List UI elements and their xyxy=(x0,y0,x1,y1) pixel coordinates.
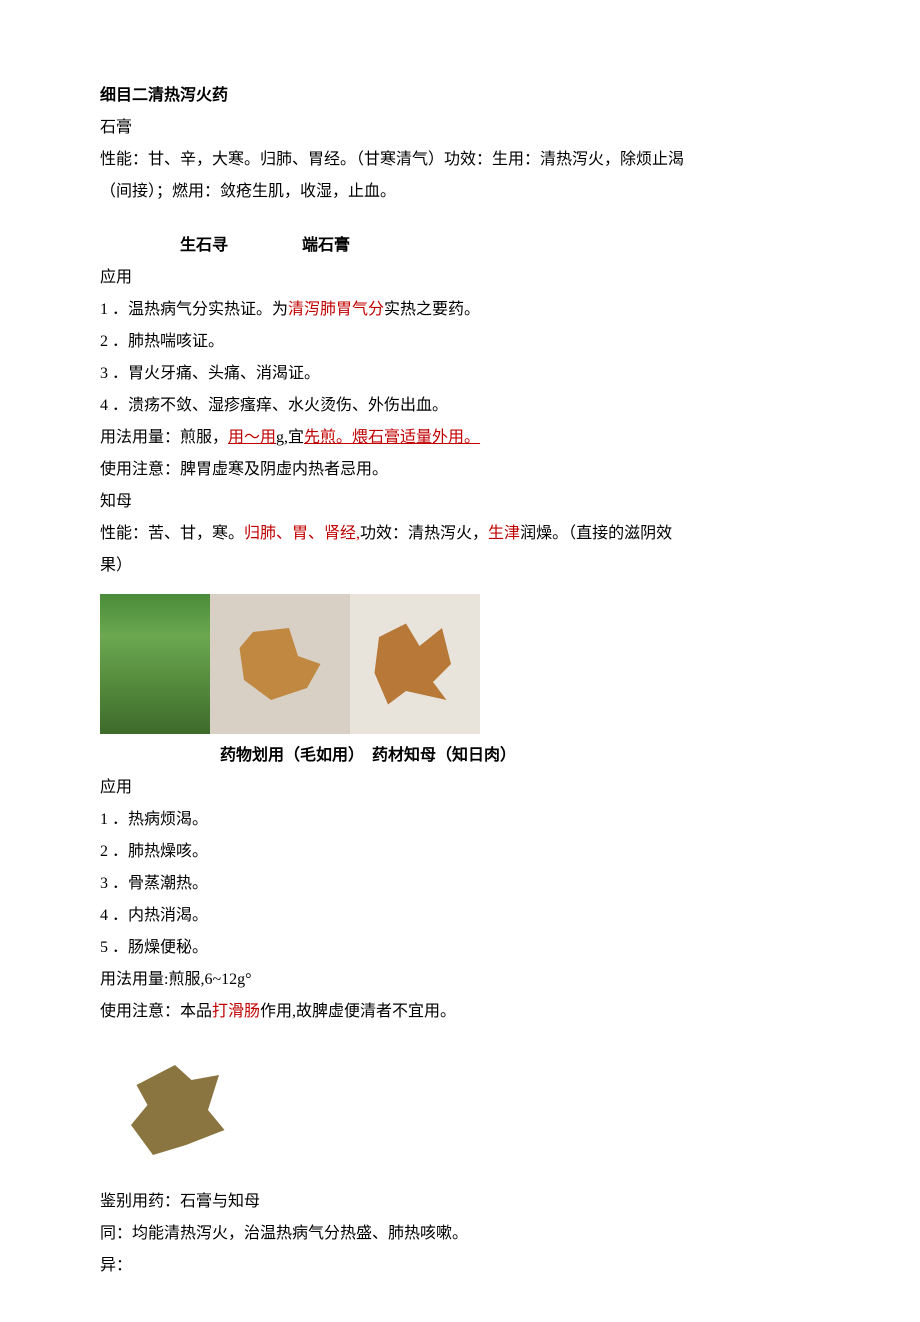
dosage-mid: g,宜 xyxy=(276,429,304,446)
zhimu-photo-caption: 药物划用（毛如用） 药材知母（知日肉） xyxy=(100,740,820,772)
dosage-red1: 用～用 xyxy=(228,429,276,446)
props-label: 性能： xyxy=(100,151,148,168)
herb-shigao-name: 石膏 xyxy=(100,112,820,144)
herb-zhimu-name: 知母 xyxy=(100,486,820,518)
zhimu-props-mid: 功效：清热泻火， xyxy=(360,525,488,542)
app1-pre: 1 ．温热病气分实热证。为 xyxy=(100,301,288,318)
zhimu-app-3: 3 ．骨蒸潮热。 xyxy=(100,868,820,900)
dosage-red2: 先煎。煨石膏适量外用。 xyxy=(304,429,480,446)
shigao-app-1: 1 ．温热病气分实热证。为清泻肺胃气分实热之要药。 xyxy=(100,294,820,326)
zhimu-caution-pre: 使用注意：本品 xyxy=(100,1003,212,1020)
shigao-caution: 使用注意：脾胃虚寒及阴虚内热者忌用。 xyxy=(100,454,820,486)
zhimu-app-2: 2 ．肺热燥咳。 xyxy=(100,836,820,868)
zhimu-herb-photo-2 xyxy=(350,594,480,734)
zhimu-props-red2: 生津 xyxy=(488,525,520,542)
compare-same: 同：均能清热泻火，治温热病气分热盛、肺热咳嗽。 xyxy=(100,1218,820,1250)
zhimu-properties-1: 性能：苦、甘，寒。归肺、胃、肾经,功效：清热泻火，生津润燥。（直接的滋阴效 xyxy=(100,518,820,550)
zhimu-caution-post: 作用,故脾虚便清者不宜用。 xyxy=(260,1003,456,1020)
shigao-app-3: 3 ．胃火牙痛、头痛、消渴证。 xyxy=(100,358,820,390)
zhimu-plant-photo xyxy=(100,594,210,734)
zhimu-props-pre: 性能：苦、甘，寒。 xyxy=(100,525,244,542)
zhimu-caution: 使用注意：本品打滑肠作用,故脾虚便清者不宜用。 xyxy=(100,996,820,1028)
zhimu-app-5: 5 ．肠燥便秘。 xyxy=(100,932,820,964)
zhimu-app-4: 4 ．内热消渴。 xyxy=(100,900,820,932)
compare-heading: 鉴别用药：石膏与知母 xyxy=(100,1186,820,1218)
page-title: 细目二清热泻火药 xyxy=(100,80,820,112)
zhimu-props-post1: 润燥。（直接的滋阴效 xyxy=(520,525,672,542)
zhimu-properties-2: 果） xyxy=(100,550,820,582)
shigao-app-heading: 应用 xyxy=(100,262,820,294)
shigao-properties-2: （间接）；燃用：敛疮生肌，收湿，止血。 xyxy=(100,176,820,208)
zhimu-app-heading: 应用 xyxy=(100,772,820,804)
zhimu-caution-red: 打滑肠 xyxy=(212,1003,260,1020)
shigao-app-2: 2 ．肺热喘咳证。 xyxy=(100,326,820,358)
compare-diff: 异： xyxy=(100,1250,820,1282)
shigao-form-labels: 生石寻 端石膏 xyxy=(100,230,820,262)
shigao-properties-1: 性能：甘、辛，大寒。归肺、胃经。（甘寒清气）功效：生用：清热泻火，除烦止渴 xyxy=(100,144,820,176)
zhimu-props-red1: 归肺、胃、肾经, xyxy=(244,525,360,542)
props-text: 甘、辛，大寒。归肺、胃经。（甘寒清气）功效：生用：清热泻火，除烦止渴 xyxy=(148,151,684,168)
caption-text: 药物划用（毛如用） 药材知母（知日肉） xyxy=(100,747,516,764)
zhimu-photo-row xyxy=(100,594,820,734)
compare-herb-photo xyxy=(100,1040,250,1180)
app1-post: 实热之要药。 xyxy=(384,301,480,318)
zhimu-herb-photo-1 xyxy=(210,594,350,734)
zhimu-dosage: 用法用量:煎服,6~12g° xyxy=(100,964,820,996)
shigao-dosage: 用法用量：煎服，用～用g,宜先煎。煨石膏适量外用。 xyxy=(100,422,820,454)
calcined-label: 端石膏 xyxy=(232,237,350,254)
app1-red: 清泻肺胃气分 xyxy=(288,301,384,318)
raw-label: 生石寻 xyxy=(100,237,228,254)
dosage-pre: 用法用量：煎服， xyxy=(100,429,228,446)
shigao-app-4: 4 ．溃疡不敛、湿疹瘙痒、水火烫伤、外伤出血。 xyxy=(100,390,820,422)
spacer xyxy=(100,208,820,230)
zhimu-app-1: 1 ．热病烦渴。 xyxy=(100,804,820,836)
